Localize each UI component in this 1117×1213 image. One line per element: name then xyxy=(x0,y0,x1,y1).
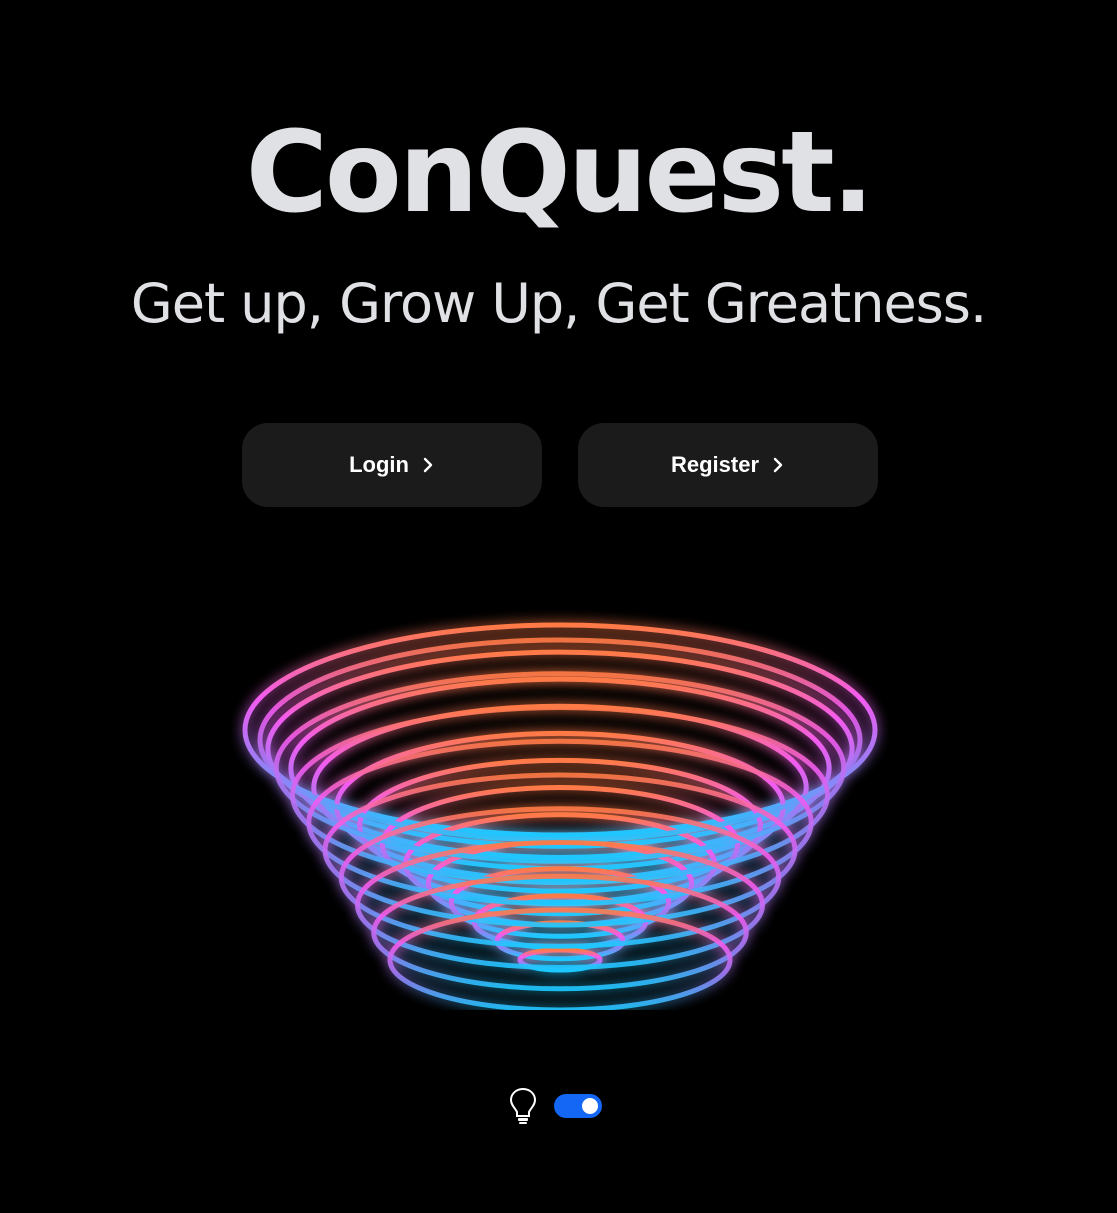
toggle-knob xyxy=(582,1098,598,1114)
vortex-ring xyxy=(242,622,878,838)
vortex-ring xyxy=(494,920,626,962)
theme-controls xyxy=(508,1086,602,1126)
brand-title: ConQuest. xyxy=(245,108,875,238)
theme-toggle[interactable] xyxy=(554,1094,602,1118)
login-button[interactable]: Login xyxy=(242,423,542,507)
chevron-right-icon xyxy=(773,457,783,473)
tagline: Get up, Grow Up, Get Greatness. xyxy=(130,272,987,335)
chevron-right-icon xyxy=(423,457,433,473)
lightbulb-icon[interactable] xyxy=(508,1086,538,1126)
register-button-label: Register xyxy=(670,452,760,477)
register-button[interactable]: Register xyxy=(578,423,878,507)
login-button-label: Login xyxy=(349,452,409,477)
vortex-illustration xyxy=(242,622,878,1010)
